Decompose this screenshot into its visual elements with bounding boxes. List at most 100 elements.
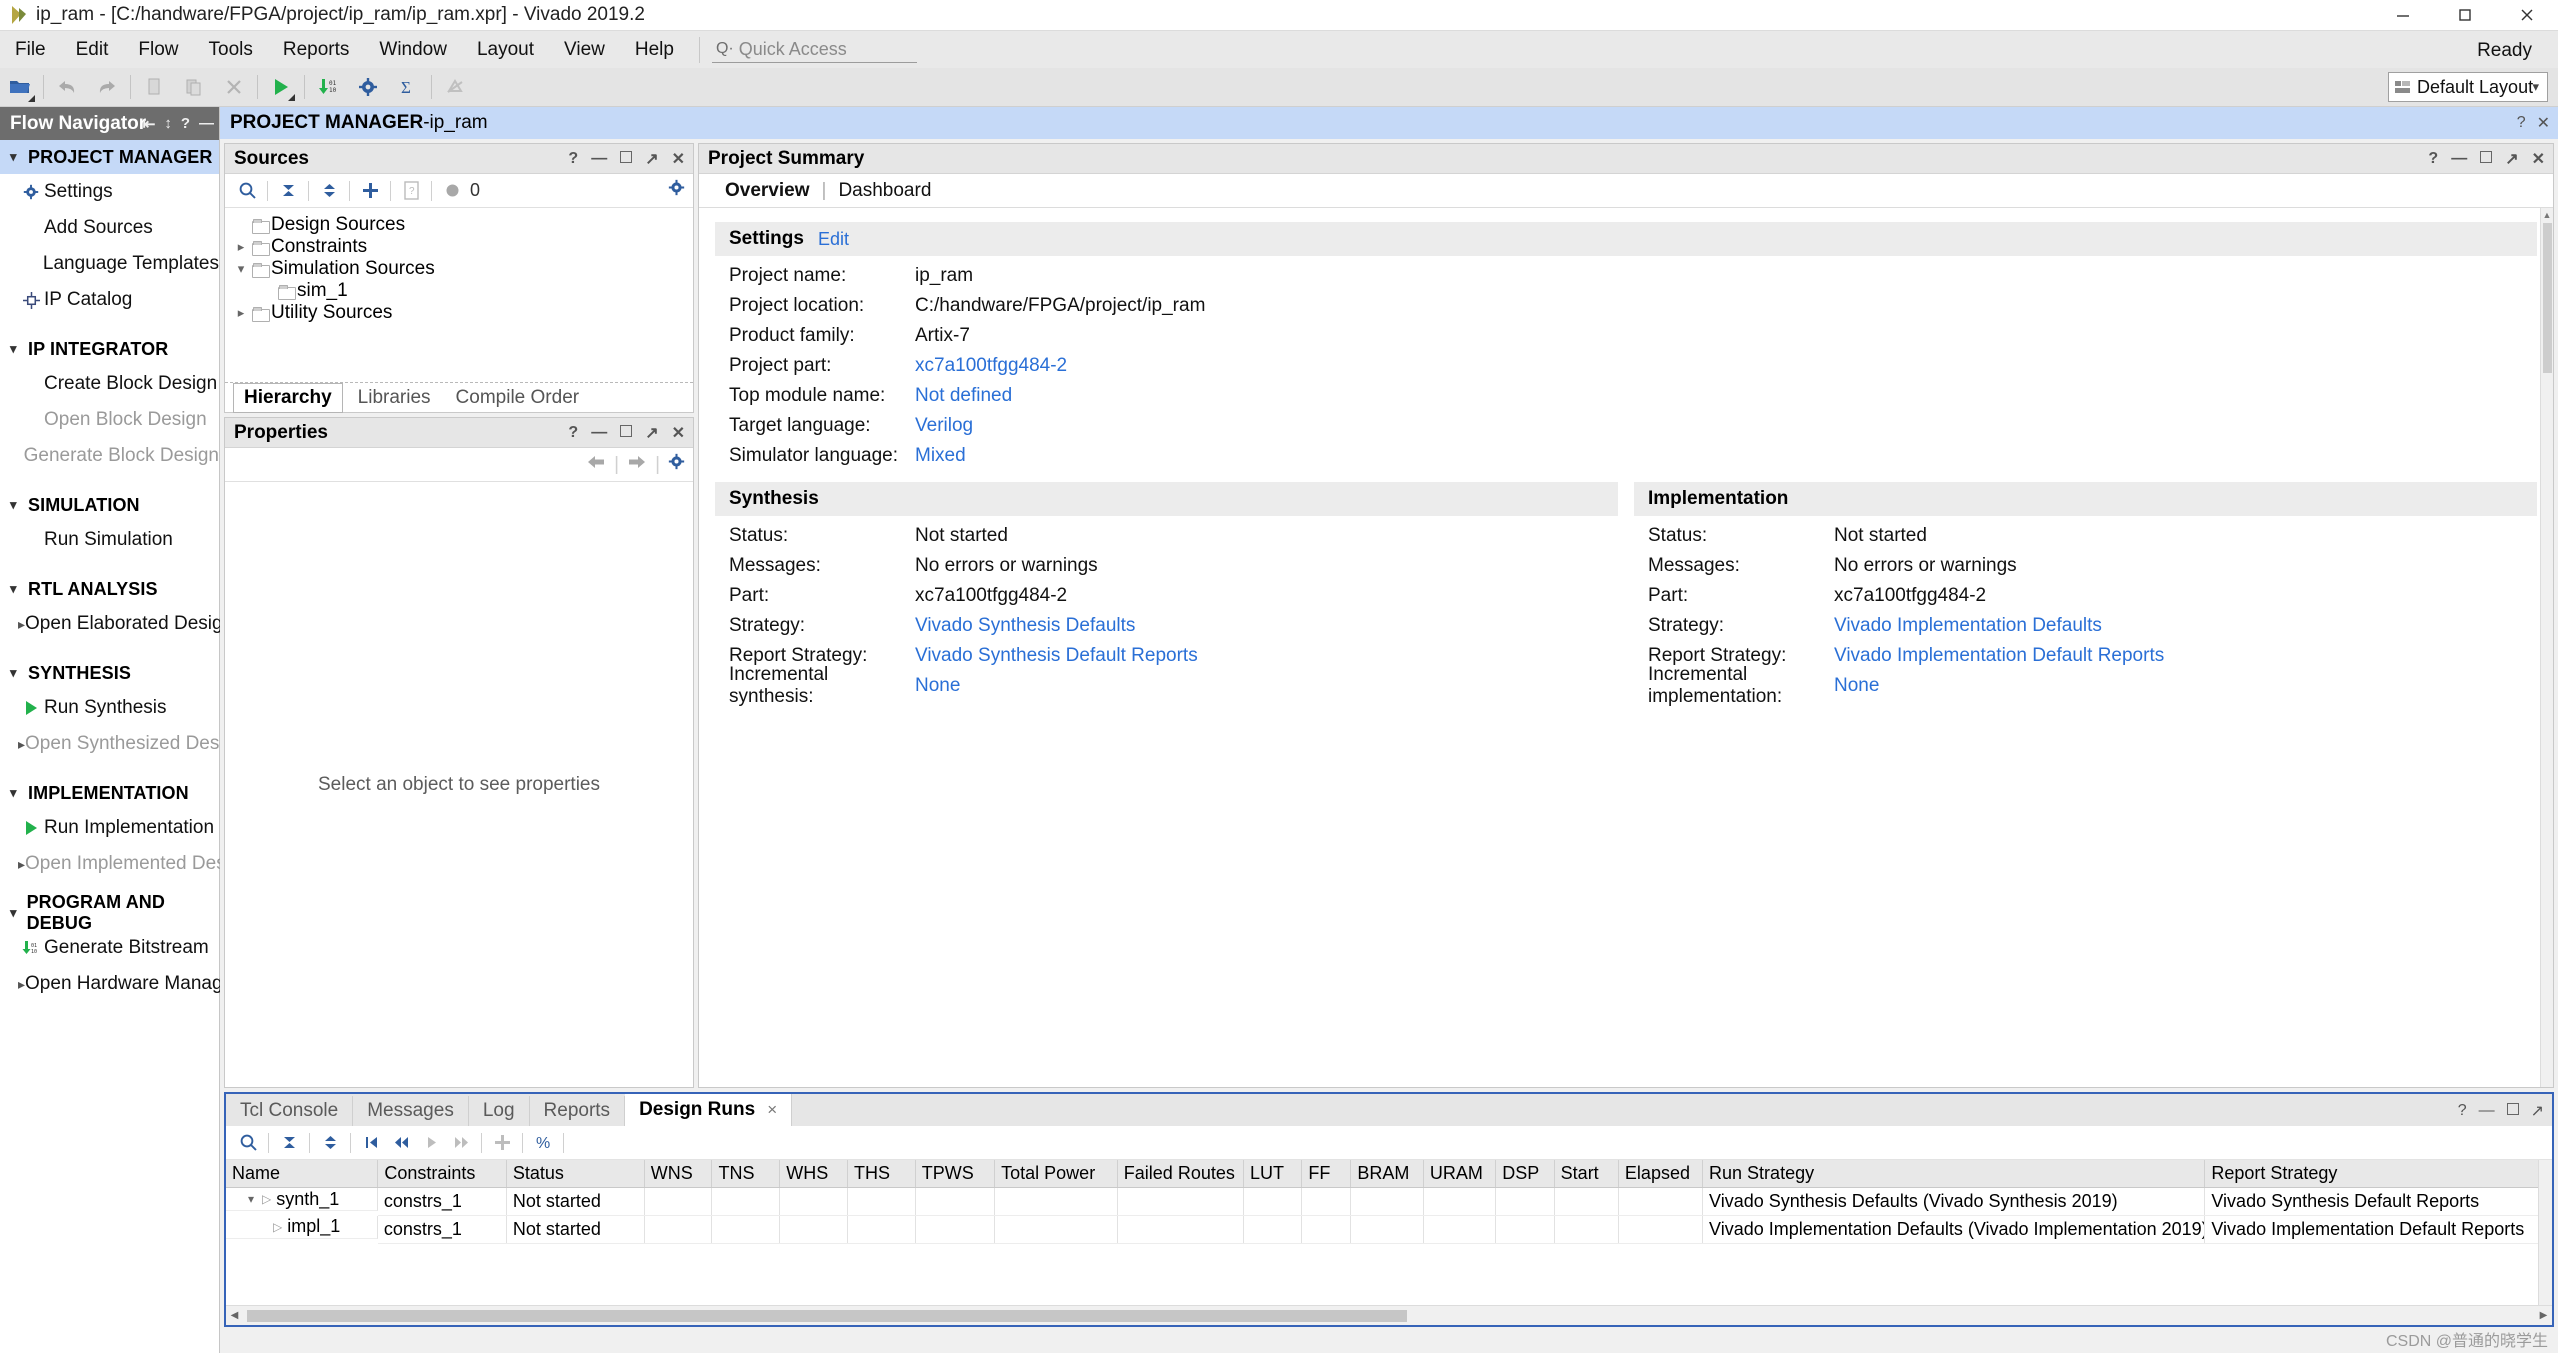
open-project-icon[interactable] <box>4 71 36 103</box>
help-icon[interactable]: ? <box>568 150 578 168</box>
help-icon[interactable]: ? <box>2428 150 2438 168</box>
paste-icon[interactable] <box>178 71 210 103</box>
nav-item-language-templates[interactable]: Language Templates <box>0 246 219 282</box>
tab-overview[interactable]: Overview <box>713 180 822 202</box>
nav-item-settings[interactable]: Settings <box>0 174 219 210</box>
column-header-report-strategy[interactable]: Report Strategy <box>2205 1160 2552 1188</box>
nav-item-open-hardware-manager[interactable]: ▸Open Hardware Manager <box>0 966 219 1002</box>
chevron-down-icon[interactable]: ▾ <box>233 261 249 277</box>
play-icon[interactable] <box>416 1129 446 1157</box>
maximize-icon[interactable] <box>2434 0 2496 30</box>
scroll-thumb[interactable] <box>2543 223 2552 373</box>
prev-icon[interactable] <box>386 1129 416 1157</box>
console-tab-messages[interactable]: Messages <box>353 1096 469 1126</box>
first-icon[interactable] <box>356 1129 386 1157</box>
project-summary-scrollbar[interactable]: ▲ <box>2540 208 2553 1087</box>
column-header-lut[interactable]: LUT <box>1243 1160 1301 1188</box>
maximize-panel-icon[interactable] <box>620 150 632 168</box>
close-icon[interactable]: ✕ <box>2532 149 2545 169</box>
expand-all-icon[interactable] <box>315 1129 345 1157</box>
nav-item-ip-catalog[interactable]: IP Catalog <box>0 282 219 318</box>
column-header-ths[interactable]: THS <box>847 1160 915 1188</box>
summary-value[interactable]: Not defined <box>915 385 1012 407</box>
summary-value[interactable]: None <box>1834 675 1879 697</box>
nav-section-simulation[interactable]: ▾SIMULATION <box>0 488 219 522</box>
help-icon[interactable]: ? <box>181 115 190 132</box>
tree-item-sim_1[interactable]: sim_1 <box>225 280 693 302</box>
layout-select[interactable]: Default Layout ▾ <box>2388 72 2548 102</box>
run-icon[interactable] <box>265 71 297 103</box>
settings-edit-link[interactable]: Edit <box>818 229 849 250</box>
column-header-dsp[interactable]: DSP <box>1496 1160 1554 1188</box>
minimize-panel-icon[interactable]: — <box>2451 150 2467 168</box>
float-panel-icon[interactable]: ↗ <box>2505 149 2518 169</box>
run-play-icon[interactable]: ▷ <box>262 1192 271 1206</box>
menu-item-help[interactable]: Help <box>620 31 689 69</box>
minimize-icon[interactable] <box>2372 0 2434 30</box>
design-runs-horizontal-scrollbar[interactable]: ◀ ▶ <box>226 1305 2552 1325</box>
collapse-all-icon[interactable]: ⇤ <box>143 115 156 133</box>
menu-item-tools[interactable]: Tools <box>194 31 268 69</box>
column-header-whs[interactable]: WHS <box>780 1160 848 1188</box>
column-header-tpws[interactable]: TPWS <box>915 1160 994 1188</box>
minimize-panel-icon[interactable]: — <box>591 150 607 168</box>
scroll-right-icon[interactable]: ▶ <box>2535 1310 2552 1321</box>
scroll-thumb[interactable] <box>247 1310 1407 1322</box>
menu-item-window[interactable]: Window <box>364 31 462 69</box>
sources-tree[interactable]: Design Sources▸Constraints▾Simulation So… <box>225 208 693 382</box>
nav-section-rtl-analysis[interactable]: ▾RTL ANALYSIS <box>0 572 219 606</box>
report-icon[interactable] <box>439 71 471 103</box>
gear-icon[interactable] <box>668 453 685 476</box>
summary-value[interactable]: Vivado Synthesis Default Reports <box>915 645 1198 667</box>
summary-value[interactable]: xc7a100tfgg484-2 <box>915 355 1067 377</box>
console-tab-reports[interactable]: Reports <box>530 1096 626 1126</box>
settings-icon[interactable] <box>352 71 384 103</box>
quick-access-input[interactable]: Q· Quick Access <box>712 37 917 63</box>
tab-dashboard[interactable]: Dashboard <box>826 180 943 202</box>
menu-item-layout[interactable]: Layout <box>462 31 549 69</box>
help-file-icon[interactable]: ? <box>396 177 426 205</box>
nav-item-run-simulation[interactable]: Run Simulation <box>0 522 219 558</box>
sum-icon[interactable]: Σ <box>392 71 424 103</box>
percent-icon[interactable]: % <box>528 1129 558 1157</box>
column-header-elapsed[interactable]: Elapsed <box>1618 1160 1702 1188</box>
add-sources-icon[interactable] <box>355 177 385 205</box>
menu-item-view[interactable]: View <box>549 31 620 69</box>
console-tab-log[interactable]: Log <box>469 1096 530 1126</box>
column-header-run-strategy[interactable]: Run Strategy <box>1703 1160 2205 1188</box>
close-icon[interactable]: ✕ <box>672 423 685 443</box>
back-arrow-icon[interactable] <box>586 454 606 476</box>
scroll-track[interactable] <box>243 1310 2535 1322</box>
scroll-up-icon[interactable]: ▲ <box>2541 208 2553 221</box>
nav-item-add-sources[interactable]: Add Sources <box>0 210 219 246</box>
menu-item-edit[interactable]: Edit <box>61 31 124 69</box>
nav-item-generate-bitstream[interactable]: 0110Generate Bitstream <box>0 930 219 966</box>
tree-item-utility-sources[interactable]: ▸Utility Sources <box>225 302 693 324</box>
nav-section-program-and-debug[interactable]: ▾PROGRAM AND DEBUG <box>0 896 219 930</box>
nav-section-implementation[interactable]: ▾IMPLEMENTATION <box>0 776 219 810</box>
summary-value[interactable]: None <box>915 675 960 697</box>
table-row[interactable]: ▷impl_1constrs_1Not startedVivado Implem… <box>226 1216 2552 1244</box>
column-header-status[interactable]: Status <box>506 1160 644 1188</box>
summary-value[interactable]: Vivado Implementation Defaults <box>1834 615 2102 637</box>
nav-item-create-block-design[interactable]: Create Block Design <box>0 366 219 402</box>
column-header-ff[interactable]: FF <box>1302 1160 1351 1188</box>
column-header-total-power[interactable]: Total Power <box>995 1160 1118 1188</box>
float-panel-icon[interactable]: ↗ <box>645 423 658 443</box>
nav-section-project-manager[interactable]: ▾PROJECT MANAGER <box>0 140 219 174</box>
tree-item-constraints[interactable]: ▸Constraints <box>225 236 693 258</box>
chevron-right-icon[interactable]: ▸ <box>233 239 249 255</box>
nav-item-run-synthesis[interactable]: Run Synthesis <box>0 690 219 726</box>
column-header-bram[interactable]: BRAM <box>1351 1160 1423 1188</box>
expand-all-icon[interactable]: ↕ <box>164 115 172 132</box>
collapse-all-icon[interactable] <box>273 177 303 205</box>
summary-value[interactable]: Mixed <box>915 445 966 467</box>
search-icon[interactable] <box>232 177 262 205</box>
undo-icon[interactable] <box>51 71 83 103</box>
tree-item-design-sources[interactable]: Design Sources <box>225 214 693 236</box>
console-tab-tcl-console[interactable]: Tcl Console <box>226 1096 353 1126</box>
maximize-panel-icon[interactable] <box>2480 150 2492 168</box>
column-header-uram[interactable]: URAM <box>1423 1160 1495 1188</box>
design-runs-vertical-scrollbar[interactable] <box>2538 1160 2552 1305</box>
gear-icon[interactable] <box>668 179 685 202</box>
